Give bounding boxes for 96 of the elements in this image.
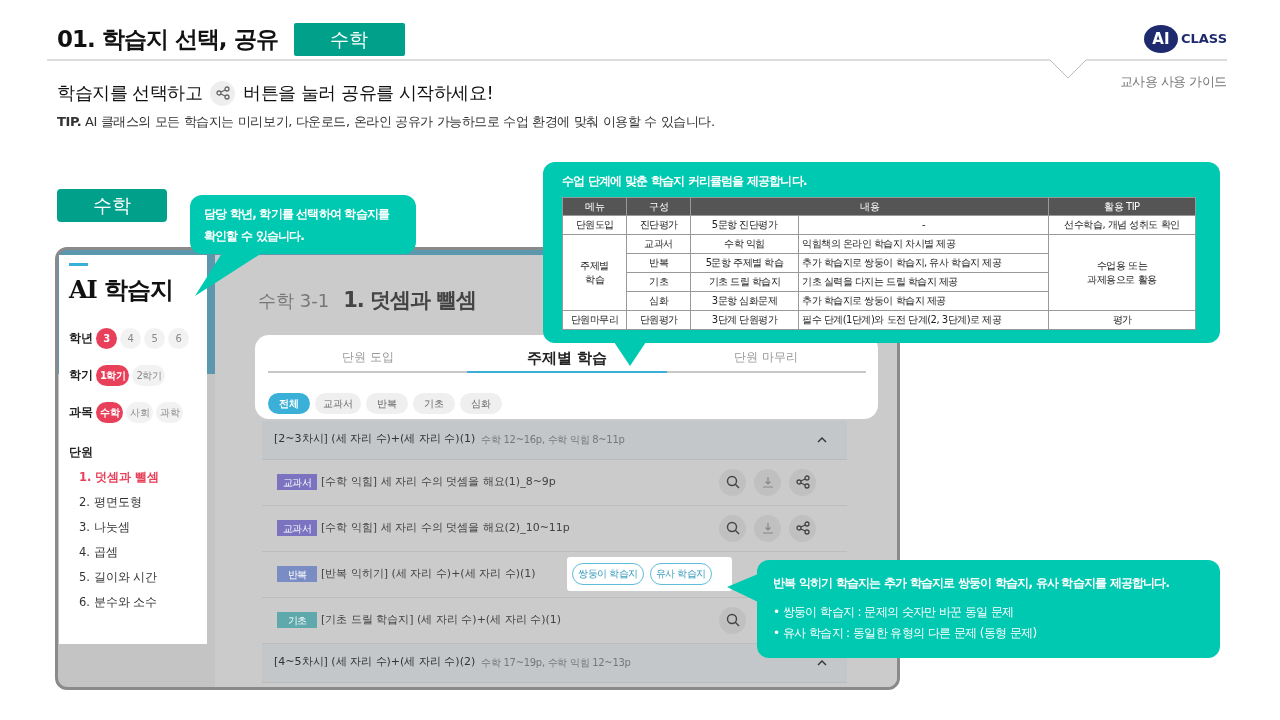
unit-item[interactable]: 6. 분수와 소수: [79, 594, 207, 611]
filter-option[interactable]: 과학: [156, 402, 183, 423]
table-cell: 주제별 학습: [562, 234, 627, 311]
table-header: 내용: [690, 197, 1049, 216]
group-title: [2~3차시] (세 자리 수)+(세 자리 수)(1): [274, 431, 476, 448]
download-icon: [760, 521, 775, 535]
table-cell: 필수 단계(1단계)와 도전 단계(2, 3단계)로 제공: [798, 310, 1049, 330]
preview-button[interactable]: [719, 606, 746, 634]
group-header[interactable]: [4~5차시] (세 자리 수)+(세 자리 수)(2) 수학 17~19p, 수학 익힘 12~13p: [262, 643, 847, 683]
unit-item[interactable]: 4. 곱셈: [79, 544, 207, 561]
bullet-text: • 쌍둥이 학습지 : 문제의 숫자만 바꾼 동일 문제: [773, 604, 1015, 621]
table-header: 구성: [626, 197, 691, 216]
share-icon: [215, 86, 230, 100]
preview-button[interactable]: [719, 468, 746, 496]
popup-option[interactable]: 유사 학습지: [649, 562, 712, 585]
filter-option[interactable]: 5: [144, 328, 165, 349]
table-cell: 심화: [626, 291, 691, 311]
unit-item[interactable]: 3. 나눗셈: [79, 519, 207, 536]
instruction-text: 학습지를 선택하고: [57, 81, 203, 105]
table-cell: 수학 익힘: [690, 234, 799, 254]
subject-badge: 수학: [293, 22, 405, 56]
logo-text: CLASS: [1180, 30, 1227, 49]
subject-label: 수학: [57, 189, 167, 222]
worksheet-tag: 교과서: [277, 474, 317, 490]
share-button[interactable]: [789, 468, 816, 496]
guide-label: 교사용 사용 가이드: [1119, 74, 1227, 90]
page-range: 수학 12~16p, 수학 익힘 8~11p: [481, 433, 625, 447]
table-cell: 기초 드릴 학습지: [690, 272, 799, 292]
unit-item[interactable]: 1. 덧셈과 뺄셈: [79, 469, 207, 486]
table-cell: 선수학습, 개념 성취도 확인: [1048, 215, 1196, 235]
worksheet-title[interactable]: [기초 드릴 학습지] (세 자리 수)+(세 자리 수)(1): [321, 611, 562, 629]
units-label: 단원: [69, 444, 94, 461]
filter-option[interactable]: 6: [168, 328, 189, 349]
filter-option[interactable]: 1학기: [96, 365, 130, 386]
instruction-text: 버튼을 눌러 공유를 시작하세요!: [243, 81, 494, 105]
worksheet-tag: 반복: [277, 566, 317, 582]
share-button[interactable]: [789, 514, 816, 542]
accent-bar: [69, 263, 88, 266]
table-header: 메뉴: [562, 197, 627, 216]
filter-option[interactable]: 3: [96, 328, 117, 349]
share-icon: [795, 521, 810, 535]
search-icon: [725, 475, 740, 489]
table-cell: 단원도입: [562, 215, 627, 235]
table-cell: 교과서: [626, 234, 691, 254]
table-cell: 5문항 주제별 학습: [690, 253, 799, 273]
page-title: 01. 학습지 선택, 공유: [57, 24, 278, 54]
filter-option[interactable]: 4: [120, 328, 141, 349]
tip-text: TIP. AI 클래스의 모든 학습지는 미리보기, 다운로드, 온라인 공유가 가능하므로 수업 환경에 맞춰 이용할 수 있습니다.: [57, 113, 716, 131]
filter-chip[interactable]: 기초: [413, 392, 455, 414]
worksheet-title[interactable]: [수학 익힘] 세 자리 수의 덧셈을 해요(2)_10~11p: [321, 519, 570, 537]
course-label: 수학 3-1: [258, 289, 330, 313]
table-cell: 단원마무리: [562, 310, 627, 330]
filter-chip[interactable]: 심화: [460, 392, 502, 414]
unit-item[interactable]: 2. 평면도형: [79, 494, 207, 511]
app-title: AI 학습지: [69, 274, 175, 306]
unit-item[interactable]: 5. 길이와 시간: [79, 569, 207, 586]
group-title: [4~5차시] (세 자리 수)+(세 자리 수)(2): [274, 654, 476, 671]
table-cell: 기초: [626, 272, 691, 292]
page-range: 수학 17~19p, 수학 익힘 12~13p: [481, 656, 631, 670]
worksheet-title[interactable]: [수학 익힘] 세 자리 수의 덧셈을 해요(1)_8~9p: [321, 473, 556, 491]
filter-option[interactable]: 수학: [96, 402, 123, 423]
filter-label: 학년: [69, 329, 94, 347]
preview-button[interactable]: [719, 514, 746, 542]
callout-text: 담당 학년, 학기를 선택하여 학습지를 확인할 수 있습니다.: [204, 206, 391, 245]
table-cell: 익힘책의 온라인 학습지 차시별 제공: [798, 234, 1049, 254]
worksheet-tag: 기초: [277, 612, 317, 628]
table-cell: 반복: [626, 253, 691, 273]
callout-title: 수업 단계에 맞춘 학습지 커리큘럼을 제공합니다.: [562, 173, 808, 190]
table-cell: 수업용 또는 과제용으로 활용: [1048, 234, 1196, 311]
share-icon: [795, 475, 810, 489]
table-cell: 진단평가: [626, 215, 691, 235]
unit-title: 1. 덧셈과 뺄셈: [343, 287, 477, 314]
table-cell: 3문항 심화문제: [690, 291, 799, 311]
filter-label: 과목: [69, 403, 94, 421]
table-cell: 3단계 단원평가: [690, 310, 799, 330]
filter-chip[interactable]: 교과서: [315, 392, 361, 414]
search-icon: [725, 521, 740, 535]
table-cell: -: [798, 215, 1049, 235]
filter-chip[interactable]: 반복: [366, 392, 408, 414]
logo-mark: AI: [1143, 25, 1178, 53]
group-header[interactable]: [2~3차시] (세 자리 수)+(세 자리 수)(1) 수학 12~16p, 수학 익힘 8~11p: [262, 420, 847, 460]
popup-option[interactable]: 쌍둥이 학습지: [572, 562, 644, 585]
table-header: 활용 TIP: [1048, 197, 1196, 216]
worksheet-title[interactable]: [반복 익히기] (세 자리 수)+(세 자리 수)(1): [321, 565, 536, 583]
table-cell: 단원평가: [626, 310, 691, 330]
filter-option[interactable]: 2학기: [132, 365, 166, 386]
bullet-text: • 유사 학습지 : 동일한 유형의 다른 문제 (동형 문제): [773, 625, 1038, 642]
filter-label: 학기: [69, 366, 94, 384]
table-cell: 평가: [1048, 310, 1196, 330]
search-icon: [725, 613, 740, 627]
tab[interactable]: 단원 도입: [268, 344, 468, 373]
worksheet-tag: 교과서: [277, 520, 317, 536]
table-cell: 5문항 진단평가: [690, 215, 799, 235]
callout-title: 반복 익히기 학습지는 추가 학습지로 쌍둥이 학습지, 유사 학습지를 제공합니다.: [773, 575, 1171, 592]
download-icon: [760, 475, 775, 489]
filter-option[interactable]: 사회: [126, 402, 153, 423]
